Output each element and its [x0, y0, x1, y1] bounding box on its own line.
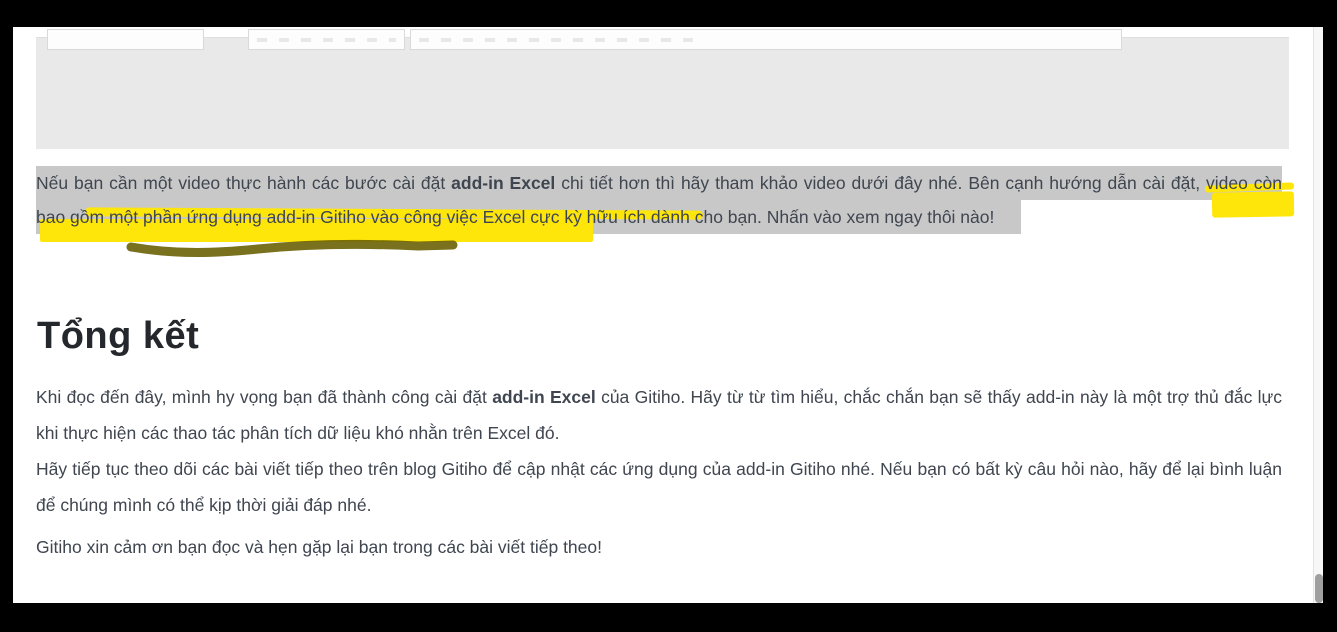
image-fragment-box	[410, 29, 1122, 50]
text-segment: Nếu bạn cần một video thực hành các bước…	[36, 173, 452, 193]
text-segment: Gitiho xin cảm ơn bạn đọc và hẹn gặp lại…	[36, 537, 602, 557]
paragraph: Khi đọc đến đây, mình hy vọng bạn đã thà…	[36, 379, 1282, 451]
article-image-cropped	[36, 29, 1289, 149]
section-heading: Tổng kết	[37, 315, 200, 357]
image-text-smudge	[257, 38, 396, 42]
paragraph: Hãy tiếp tục theo dõi các bài viết tiếp …	[36, 451, 1282, 523]
selected-paragraph: Nếu bạn cần một video thực hành các bước…	[36, 166, 1282, 234]
text-segment: add-in Excel	[451, 173, 556, 193]
image-fragment-box	[47, 29, 204, 50]
image-text-smudge	[419, 38, 701, 42]
highlighter-swoosh-dark	[126, 239, 458, 257]
scrollbar-thumb[interactable]	[1315, 574, 1323, 603]
paragraph: Gitiho xin cảm ơn bạn đọc và hẹn gặp lại…	[36, 529, 1282, 565]
image-fragment-box	[248, 29, 405, 50]
scrollbar-track[interactable]	[1313, 27, 1323, 603]
text-segment: Hãy tiếp tục theo dõi các bài viết tiếp …	[36, 459, 1282, 515]
text-segment: add-in Excel	[492, 387, 596, 407]
screen: { "theme": { "frame_color": "#000000", "…	[0, 0, 1337, 632]
browser-page: Nếu bạn cần một video thực hành các bước…	[13, 27, 1313, 603]
text-segment: Khi đọc đến đây, mình hy vọng bạn đã thà…	[36, 387, 493, 407]
